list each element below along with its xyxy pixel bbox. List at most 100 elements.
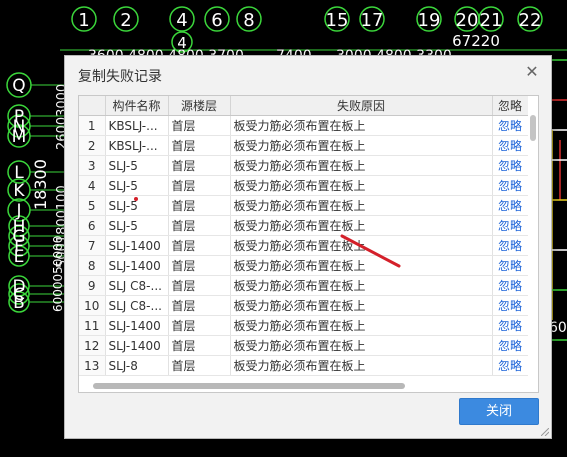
col-header-floor[interactable]: 源楼层 bbox=[168, 96, 231, 116]
cell-source-floor: 首层 bbox=[168, 355, 231, 376]
cell-failure-reason: 板受力筋必须布置在板上 bbox=[230, 195, 493, 216]
cell-failure-reason: 板受力筋必须布置在板上 bbox=[230, 295, 493, 316]
cell-failure-reason: 板受力筋必须布置在板上 bbox=[230, 155, 493, 176]
cell-component-name: SLJ-1400 bbox=[105, 235, 169, 256]
ignore-link[interactable]: 忽略 bbox=[492, 175, 529, 196]
col-header-reason[interactable]: 失败原因 bbox=[230, 96, 493, 116]
axis-label-top: 17 bbox=[361, 10, 384, 31]
axis-label-top: 19 bbox=[418, 10, 441, 31]
ignore-link[interactable]: 忽略 bbox=[492, 255, 529, 276]
cell-source-floor: 首层 bbox=[168, 315, 231, 336]
axis-label-top: 2 bbox=[120, 10, 131, 31]
cell-component-name: SLJ-5 bbox=[105, 155, 169, 176]
table-row[interactable]: 6 SLJ-5 首层 板受力筋必须布置在板上 忽略 bbox=[79, 215, 529, 236]
cell-source-floor: 首层 bbox=[168, 135, 231, 156]
cell-source-floor: 首层 bbox=[168, 335, 231, 356]
row-index: 1 bbox=[79, 115, 106, 136]
ignore-link[interactable]: 忽略 bbox=[492, 215, 529, 236]
close-button[interactable]: 关闭 bbox=[459, 398, 539, 425]
col-header-name[interactable]: 构件名称 bbox=[105, 96, 169, 116]
table-row[interactable]: 5 SLJ-5 首层 板受力筋必须布置在板上 忽略 bbox=[79, 195, 529, 216]
cell-component-name: SLJ-1400 bbox=[105, 315, 169, 336]
horizontal-scroll-thumb[interactable] bbox=[93, 383, 405, 389]
row-index: 5 bbox=[79, 195, 106, 216]
cell-failure-reason: 板受力筋必须布置在板上 bbox=[230, 215, 493, 236]
horizontal-scrollbar[interactable] bbox=[79, 381, 538, 392]
cell-component-name: KBSLJ-... bbox=[105, 135, 169, 156]
close-icon[interactable]: ✕ bbox=[523, 63, 541, 81]
table-row[interactable]: 9 SLJ C8-... 首层 板受力筋必须布置在板上 忽略 bbox=[79, 275, 529, 296]
row-index: 9 bbox=[79, 275, 106, 296]
cell-source-floor: 首层 bbox=[168, 195, 231, 216]
left-bottom-dims: 6000050000 bbox=[51, 236, 65, 312]
axis-label-top: 8 bbox=[243, 10, 254, 31]
axis-label-top: 22 bbox=[519, 10, 542, 31]
ignore-link[interactable]: 忽略 bbox=[492, 235, 529, 256]
cell-component-name: SLJ-5 bbox=[105, 195, 169, 216]
axis-label-top: 6 bbox=[211, 10, 222, 31]
cell-component-name: SLJ-5 bbox=[105, 215, 169, 236]
table-row[interactable]: 3 SLJ-5 首层 板受力筋必须布置在板上 忽略 bbox=[79, 155, 529, 176]
axis-label-top: 1 bbox=[78, 10, 89, 31]
table-row[interactable]: 10 SLJ C8-... 首层 板受力筋必须布置在板上 忽略 bbox=[79, 295, 529, 316]
axis-label-left: L bbox=[14, 163, 24, 183]
cell-failure-reason: 板受力筋必须布置在板上 bbox=[230, 315, 493, 336]
cell-failure-reason: 板受力筋必须布置在板上 bbox=[230, 175, 493, 196]
axis-label-left: B bbox=[13, 293, 25, 313]
ignore-link[interactable]: 忽略 bbox=[492, 135, 529, 156]
row-index: 11 bbox=[79, 315, 106, 336]
row-index: 2 bbox=[79, 135, 106, 156]
row-index: 4 bbox=[79, 175, 106, 196]
row-index: 3 bbox=[79, 155, 106, 176]
vertical-scroll-thumb[interactable] bbox=[530, 115, 536, 141]
copy-failure-dialog: 复制失败记录 ✕ 构件名称 源楼层 失败原因 忽略 1 KBSLJ-... 首层 板受… bbox=[64, 55, 552, 439]
axis-label-left: K bbox=[13, 181, 25, 201]
resize-grip-icon[interactable] bbox=[541, 428, 549, 436]
table-row[interactable]: 8 SLJ-1400 首层 板受力筋必须布置在板上 忽略 bbox=[79, 255, 529, 276]
ignore-link[interactable]: 忽略 bbox=[492, 315, 529, 336]
cell-failure-reason: 板受力筋必须布置在板上 bbox=[230, 235, 493, 256]
col-header-index bbox=[79, 96, 106, 116]
row-index: 8 bbox=[79, 255, 106, 276]
table-row[interactable]: 1 KBSLJ-... 首层 板受力筋必须布置在板上 忽略 bbox=[79, 115, 529, 136]
ignore-link[interactable]: 忽略 bbox=[492, 355, 529, 376]
cell-failure-reason: 板受力筋必须布置在板上 bbox=[230, 255, 493, 276]
cell-source-floor: 首层 bbox=[168, 155, 231, 176]
table-row[interactable]: 7 SLJ-1400 首层 板受力筋必须布置在板上 忽略 bbox=[79, 235, 529, 256]
ignore-link[interactable]: 忽略 bbox=[492, 295, 529, 316]
row-index: 10 bbox=[79, 295, 106, 316]
table-row[interactable]: 2 KBSLJ-... 首层 板受力筋必须布置在板上 忽略 bbox=[79, 135, 529, 156]
cell-failure-reason: 板受力筋必须布置在板上 bbox=[230, 135, 493, 156]
ignore-link[interactable]: 忽略 bbox=[492, 155, 529, 176]
cell-component-name: SLJ C8-... bbox=[105, 275, 169, 296]
row-index: 12 bbox=[79, 335, 106, 356]
cell-component-name: KBSLJ-... bbox=[105, 115, 169, 136]
axis-label-top: 21 bbox=[480, 10, 503, 31]
ignore-link[interactable]: 忽略 bbox=[492, 195, 529, 216]
table-row[interactable]: 12 SLJ-1400 首层 板受力筋必须布置在板上 忽略 bbox=[79, 335, 529, 356]
cell-source-floor: 首层 bbox=[168, 255, 231, 276]
table-row[interactable]: 13 SLJ-8 首层 板受力筋必须布置在板上 忽略 bbox=[79, 355, 529, 376]
cell-source-floor: 首层 bbox=[168, 295, 231, 316]
dialog-title: 复制失败记录 bbox=[78, 69, 162, 85]
top-small-dims: 67220 bbox=[452, 32, 500, 50]
axis-label-left: E bbox=[14, 247, 25, 267]
cell-source-floor: 首层 bbox=[168, 115, 231, 136]
ignore-link[interactable]: 忽略 bbox=[492, 335, 529, 356]
cell-failure-reason: 板受力筋必须布置在板上 bbox=[230, 335, 493, 356]
ignore-link[interactable]: 忽略 bbox=[492, 115, 529, 136]
failure-table: 构件名称 源楼层 失败原因 忽略 1 KBSLJ-... 首层 板受力筋必须布置在板上… bbox=[78, 95, 539, 393]
table-row[interactable]: 11 SLJ-1400 首层 板受力筋必须布置在板上 忽略 bbox=[79, 315, 529, 336]
cell-component-name: SLJ-1400 bbox=[105, 255, 169, 276]
row-index: 7 bbox=[79, 235, 106, 256]
axis-label-top: 15 bbox=[326, 10, 349, 31]
axis-label-top: 20 bbox=[456, 10, 479, 31]
cell-failure-reason: 板受力筋必须布置在板上 bbox=[230, 275, 493, 296]
cell-component-name: SLJ C8-... bbox=[105, 295, 169, 316]
col-header-ignore[interactable]: 忽略 bbox=[492, 96, 529, 116]
table-row[interactable]: 4 SLJ-5 首层 板受力筋必须布置在板上 忽略 bbox=[79, 175, 529, 196]
cell-failure-reason: 板受力筋必须布置在板上 bbox=[230, 115, 493, 136]
vertical-scrollbar[interactable] bbox=[528, 96, 538, 392]
ignore-link[interactable]: 忽略 bbox=[492, 275, 529, 296]
axis-label-left: Q bbox=[12, 76, 25, 96]
